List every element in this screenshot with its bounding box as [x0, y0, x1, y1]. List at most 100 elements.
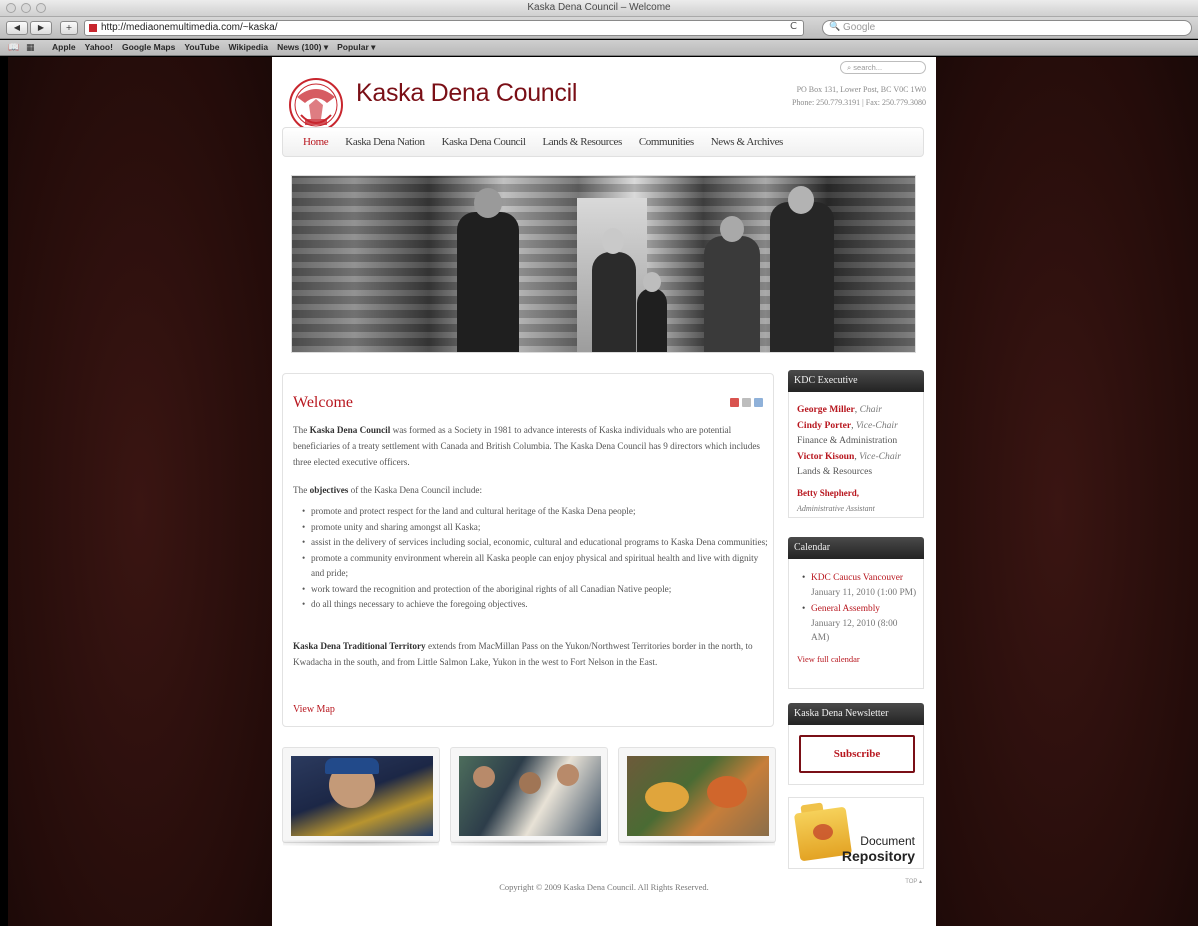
thumbnail-card[interactable] — [282, 747, 440, 846]
article-tools — [730, 398, 763, 407]
calendar-heading: Calendar — [788, 537, 924, 559]
photo-person — [592, 252, 636, 352]
assistant-name: Betty Shepherd, — [797, 486, 917, 502]
copyright: Copyright © 2009 Kaska Dena Council. All… — [499, 882, 709, 892]
intro-bold: Kaska Dena Council — [309, 425, 391, 435]
photo-face — [557, 764, 579, 786]
document-repository-link[interactable]: Document Repository — [788, 797, 924, 869]
browser-search-placeholder: Google — [843, 22, 876, 33]
photo-person-head — [643, 272, 661, 292]
back-to-top-link[interactable]: TOP ▴ — [905, 878, 922, 885]
newsletter-box: Subscribe — [788, 725, 924, 785]
site-title[interactable]: Kaska Dena Council — [356, 79, 577, 108]
event-date: January 12, 2010 (8:00 AM) — [811, 618, 898, 644]
bookmark-item[interactable]: News (100) ▾ — [277, 42, 328, 53]
photo-person — [704, 236, 760, 352]
browser-search-input[interactable]: 🔍 Google — [822, 20, 1192, 36]
forward-arrow-icon: ▶ — [37, 23, 45, 32]
member-role: Vice-Chair — [855, 419, 898, 431]
welcome-article: Welcome The Kaska Dena Council was forme… — [282, 373, 774, 727]
intro-paragraph: The Kaska Dena Council was formed as a S… — [293, 422, 765, 470]
list-item: do all things necessary to achieve the f… — [302, 597, 773, 613]
event-list: KDC Caucus Vancouver January 11, 2010 (1:… — [797, 571, 917, 646]
assistant-name-text[interactable]: Betty Shepherd, — [797, 488, 859, 498]
list-item: work toward the recognition and protecti… — [302, 582, 773, 598]
objectives-prefix: The — [293, 485, 310, 495]
kaska-seal-icon[interactable] — [287, 75, 349, 133]
bookmark-item[interactable]: Yahoo! — [85, 42, 113, 53]
objectives-intro: The objectives of the Kaska Dena Council… — [293, 482, 765, 498]
subscribe-button[interactable]: Subscribe — [799, 735, 915, 773]
article-title: Welcome — [293, 394, 354, 411]
bookmark-item[interactable]: Apple — [52, 42, 76, 53]
window-titlebar: Kaska Dena Council – Welcome — [0, 0, 1198, 17]
nav-kaska-dena-nation[interactable]: Kaska Dena Nation — [345, 136, 425, 148]
reading-list-icon[interactable]: 📖 — [8, 43, 19, 53]
executive-heading: KDC Executive — [788, 370, 924, 392]
bookmark-item[interactable]: Wikipedia — [228, 42, 268, 53]
reload-icon[interactable]: C — [790, 21, 797, 32]
member-portfolio: Lands & Resources — [797, 466, 873, 477]
assistant-role: Administrative Assistant — [797, 504, 875, 513]
print-icon[interactable] — [742, 398, 751, 407]
site-search-placeholder: search... — [853, 63, 883, 72]
pdf-icon[interactable] — [730, 398, 739, 407]
back-button[interactable]: ◀ — [6, 21, 28, 35]
view-full-calendar-link[interactable]: View full calendar — [797, 654, 917, 664]
bookmark-item[interactable]: YouTube — [184, 42, 219, 53]
doc-repo-line1: Document — [860, 834, 915, 848]
plus-icon: + — [65, 23, 73, 32]
executive-member: George Miller, Chair — [797, 404, 882, 415]
forward-button[interactable]: ▶ — [30, 21, 52, 35]
hero-photo — [291, 175, 916, 353]
event-link[interactable]: General Assembly — [811, 604, 880, 614]
folder-emblem-icon — [813, 824, 833, 840]
photo-person-head — [474, 188, 502, 218]
list-item: KDC Caucus Vancouver January 11, 2010 (1:… — [802, 571, 917, 600]
add-bookmark-button[interactable]: + — [60, 21, 78, 35]
objectives-list: promote and protect respect for the land… — [302, 504, 773, 613]
window-title: Kaska Dena Council – Welcome — [527, 2, 671, 13]
member-role: Vice-Chair — [859, 450, 902, 462]
view-map-link[interactable]: View Map — [293, 704, 335, 715]
photo-person-head — [720, 216, 744, 242]
event-link[interactable]: KDC Caucus Vancouver — [811, 573, 903, 583]
calendar-box: KDC Caucus Vancouver January 11, 2010 (1:… — [788, 559, 924, 689]
nav-news-archives[interactable]: News & Archives — [711, 136, 784, 148]
back-arrow-icon: ◀ — [13, 23, 21, 32]
newsletter-heading: Kaska Dena Newsletter — [788, 703, 924, 725]
email-icon[interactable] — [754, 398, 763, 407]
member-name[interactable]: Cindy Porter — [797, 420, 851, 431]
main-navigation: Home Kaska Dena Nation Kaska Dena Counci… — [282, 127, 924, 157]
list-item: assist in the delivery of services inclu… — [302, 535, 773, 551]
list-item: General Assembly January 12, 2010 (8:00 A… — [802, 602, 917, 646]
thumbnail-shadow — [619, 840, 775, 846]
bookmark-item[interactable]: Popular ▾ — [337, 42, 375, 53]
thumbnail-photo — [291, 756, 433, 836]
thumbnail-card[interactable] — [618, 747, 776, 846]
top-sites-grid-icon[interactable]: ▦ — [26, 43, 35, 53]
site-search-input[interactable]: ⌕ search... — [840, 61, 926, 74]
nav-communities[interactable]: Communities — [639, 136, 694, 148]
executive-member: Cindy Porter, Vice-Chair — [797, 419, 898, 431]
photo-beadwork — [707, 776, 747, 808]
bookmark-item[interactable]: Google Maps — [122, 42, 175, 53]
thumbnail-photo — [459, 756, 601, 836]
nav-home[interactable]: Home — [303, 136, 329, 148]
address-bar[interactable]: http://mediaonemultimedia.com/~kaska/ C — [84, 20, 804, 36]
nav-lands-resources[interactable]: Lands & Resources — [542, 136, 622, 148]
member-name[interactable]: Victor Kisoun — [797, 451, 854, 462]
event-date: January 11, 2010 (1:00 PM) — [811, 587, 917, 598]
territory-bold: Kaska Dena Traditional Territory — [293, 641, 426, 651]
photo-cap — [325, 758, 379, 774]
list-item: promote and protect respect for the land… — [302, 504, 773, 520]
bookmark-list: Apple Yahoo! Google Maps YouTube Wikiped… — [52, 42, 375, 53]
territory-paragraph: Kaska Dena Traditional Territory extends… — [293, 638, 765, 670]
doc-repo-line2: Repository — [841, 848, 915, 864]
thumbnail-card[interactable] — [450, 747, 608, 846]
member-name[interactable]: George Miller — [797, 404, 855, 415]
photo-person-head — [602, 228, 624, 254]
intro-prefix: The — [293, 425, 310, 435]
photo-person — [457, 212, 519, 352]
nav-kaska-dena-council[interactable]: Kaska Dena Council — [442, 136, 526, 148]
